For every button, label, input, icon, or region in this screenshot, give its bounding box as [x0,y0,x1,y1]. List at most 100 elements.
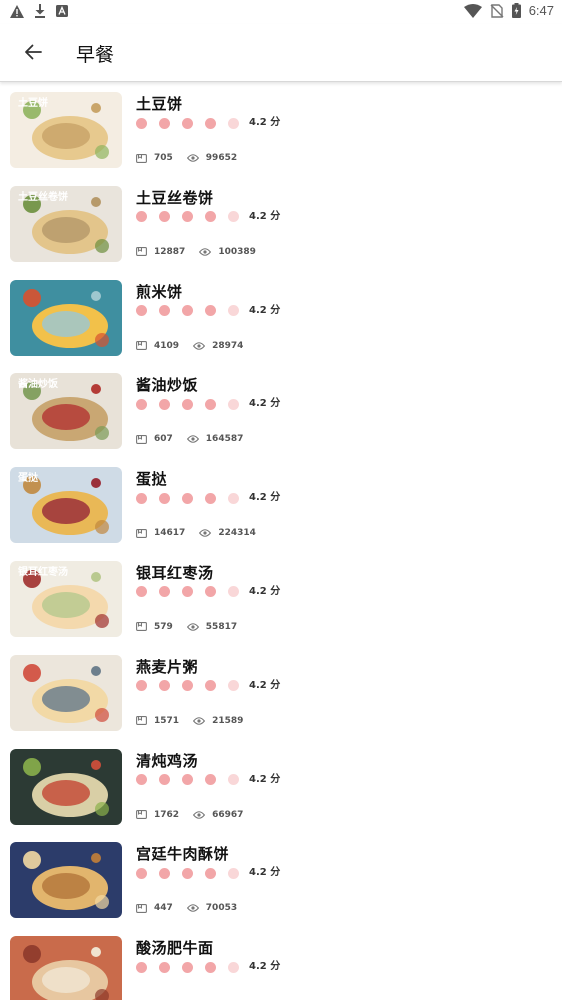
rating-dot-filled [205,398,216,410]
rating-dots [136,211,251,223]
collect-stat: 1571 [136,716,179,726]
rating-score: 4.2 分 [249,210,281,222]
collect-count: 447 [154,903,173,914]
eye-icon [193,341,212,350]
view-count: 21589 [212,715,244,726]
app-bar: 早餐 [0,24,562,82]
rating-dot-filled [205,586,216,598]
collect-count: 579 [154,621,173,632]
thumbnail-caption: 蛋挞 [18,471,39,484]
rating-dot-empty [228,586,239,598]
eye-icon [186,623,206,631]
back-button[interactable] [16,37,50,71]
recipe-list-viewport[interactable]: 土豆饼 土豆饼 4.2 分 705 99652 土豆丝卷饼 土豆丝卷饼 4.2 分 12887 1… [0,82,562,1000]
view-stat: 70053 [186,903,237,913]
thumbnail-caption: 土豆丝卷饼 [18,190,68,203]
rating-dot-filled [205,961,216,973]
recipe-list-item[interactable]: 煎米饼 4.2 分 4109 28974 [0,278,562,372]
collect-stat: 705 [136,153,173,163]
rating-dot-filled [136,211,147,223]
collect-count: 607 [154,434,173,445]
recipe-thumbnail[interactable] [10,279,122,356]
recipe-list-item[interactable]: 清炖鸡汤 4.2 分 1762 66967 [0,747,562,841]
rating-dot-empty [228,867,239,879]
recipe-list-item[interactable]: 土豆饼 土豆饼 4.2 分 705 99652 [0,90,562,184]
collect-icon [136,716,154,726]
view-stat: 28974 [193,341,243,351]
rating-dot-filled [136,117,147,129]
recipe-thumbnail[interactable]: 酱油炒饭 [10,373,122,450]
rating-dot-filled [136,961,147,973]
view-stat: 21589 [193,716,243,726]
rating-dot-filled [159,680,170,692]
eye-icon [193,810,212,819]
recipe-list-item[interactable]: 酱油炒饭 酱油炒饭 4.2 分 607 164587 [0,371,562,465]
rating-dot-filled [182,867,193,879]
recipe-stats: 705 99652 [136,152,251,164]
recipe-stats: 12887 100389 [136,246,270,258]
recipe-list: 土豆饼 土豆饼 4.2 分 705 99652 土豆丝卷饼 土豆丝卷饼 4.2 分 12887 1… [0,90,562,1000]
recipe-thumbnail[interactable] [10,842,122,919]
eye-icon [199,248,218,256]
collect-icon [136,341,154,351]
rating-dots [136,398,251,410]
app-notification-icon [56,5,68,17]
recipe-thumbnail[interactable] [10,748,122,825]
collect-stat: 447 [136,903,173,913]
collect-count: 4109 [154,340,180,351]
rating-dot-empty [228,961,239,973]
rating-dots [136,492,251,504]
eye-icon [186,435,206,444]
rating-dot-filled [205,305,216,317]
rating-score: 4.2 分 [249,492,281,504]
view-stat: 66967 [193,810,243,820]
rating-dots [136,117,251,129]
recipe-list-item[interactable]: 土豆丝卷饼 土豆丝卷饼 4.2 分 12887 100389 [0,184,562,278]
page-title: 早餐 [76,44,115,66]
collect-icon [136,622,154,632]
recipe-thumbnail[interactable] [10,936,122,1000]
recipe-stats: 1762 66967 [136,809,257,821]
view-count: 99652 [205,153,238,163]
recipe-thumbnail[interactable]: 蛋挞 [10,467,122,544]
recipe-thumbnail[interactable] [10,654,122,731]
recipe-list-item[interactable]: 蛋挞 蛋挞 4.2 分 14617 224314 [0,465,562,559]
status-bar: 6:47 [0,0,562,24]
recipe-stats: 14617 224314 [136,527,270,539]
collect-count: 1571 [154,715,180,726]
rating-dot-empty [228,492,239,504]
recipe-thumbnail[interactable]: 土豆饼 [10,92,122,168]
recipe-name: 宫廷牛肉酥饼 [136,845,230,864]
rating-score: 4.2 分 [249,398,281,410]
rating-dot-filled [182,586,193,598]
view-stat: 55817 [186,621,238,632]
recipe-stats: 607 164587 [136,433,257,445]
rating-dots [136,774,251,786]
eye-icon [186,904,206,913]
collect-count: 705 [154,153,173,163]
status-bar-left [10,4,68,18]
view-count: 224314 [218,528,256,539]
rating-dot-filled [159,867,170,879]
recipe-thumbnail[interactable]: 土豆丝卷饼 [10,185,122,262]
rating-dots [136,680,251,692]
rating-dot-filled [205,492,216,504]
collect-icon [136,810,154,820]
recipe-list-item[interactable]: 宫廷牛肉酥饼 4.2 分 447 70053 [0,840,562,934]
rating-score: 4.2 分 [249,117,281,128]
recipe-name: 燕麦片粥 [136,657,199,676]
rating-score: 4.2 分 [249,585,281,597]
thumbnail-caption: 酱油炒饭 [18,377,58,390]
collect-icon [136,247,154,257]
view-count: 55817 [205,621,238,632]
collect-icon [136,434,154,444]
rating-dot-filled [205,867,216,879]
recipe-thumbnail[interactable]: 银耳红枣汤 [10,560,122,637]
rating-dots [136,867,251,879]
recipe-list-item[interactable]: 银耳红枣汤 银耳红枣汤 4.2 分 579 55817 [0,559,562,653]
rating-dot-filled [159,961,170,973]
rating-dot-filled [159,586,170,598]
rating-dot-filled [159,117,170,129]
recipe-list-item[interactable]: 燕麦片粥 4.2 分 1571 21589 [0,653,562,747]
recipe-list-item[interactable]: 酸汤肥牛面 4.2 分 [0,934,562,1000]
